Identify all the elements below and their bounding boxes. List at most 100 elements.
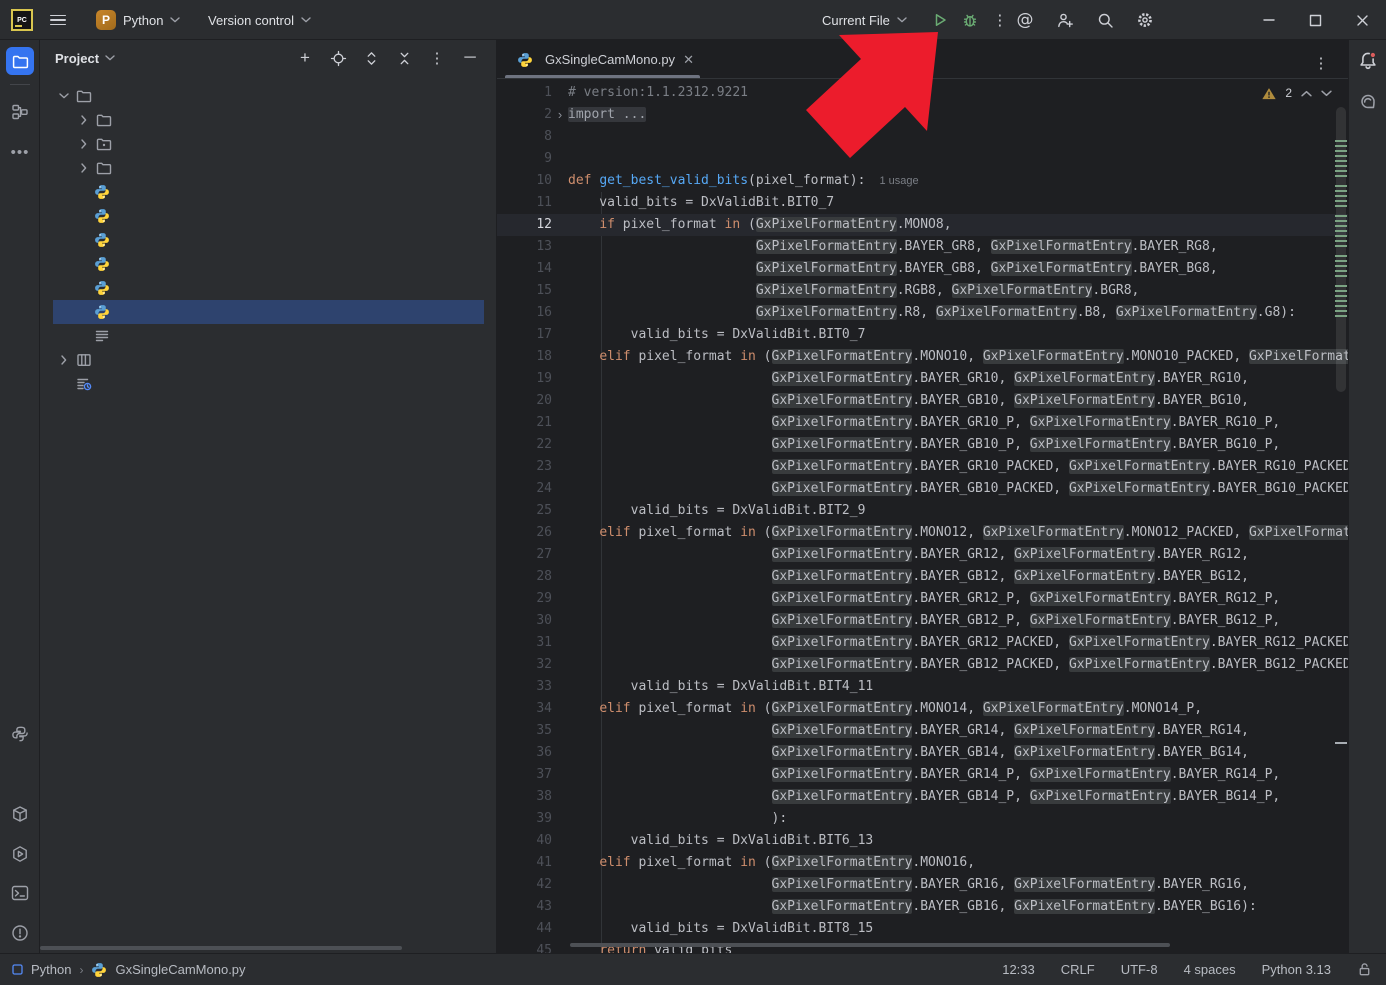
- code-line-31[interactable]: 31 GxPixelFormatEntry.BAYER_GR12_PACKED,…: [497, 632, 1348, 654]
- debug-button[interactable]: [955, 5, 985, 35]
- code-line-28[interactable]: 28 GxPixelFormatEntry.BAYER_GB12, GxPixe…: [497, 566, 1348, 588]
- tree-item-python[interactable]: [40, 84, 496, 108]
- prev-problem-icon[interactable]: [1301, 90, 1312, 97]
- code-line-44[interactable]: 44 valid_bits = DxValidBit.BIT8_15: [497, 918, 1348, 940]
- next-problem-icon[interactable]: [1321, 90, 1332, 97]
- project-panel-title-dropdown[interactable]: Project: [55, 51, 115, 66]
- code-line-17[interactable]: 17 valid_bits = DxValidBit.BIT0_7: [497, 324, 1348, 346]
- code-line-20[interactable]: 20 GxPixelFormatEntry.BAYER_GB10, GxPixe…: [497, 390, 1348, 412]
- close-button[interactable]: [1339, 0, 1386, 40]
- locate-file-button[interactable]: [326, 46, 350, 70]
- code-line-15[interactable]: 15 GxPixelFormatEntry.RGB8, GxPixelForma…: [497, 280, 1348, 302]
- code-line-22[interactable]: 22 GxPixelFormatEntry.BAYER_GB10_P, GxPi…: [497, 434, 1348, 456]
- new-item-button[interactable]: +: [293, 46, 317, 70]
- tree-item-gxmulticam[interactable]: [40, 156, 496, 180]
- code-line-35[interactable]: 35 GxPixelFormatEntry.BAYER_GR14, GxPixe…: [497, 720, 1348, 742]
- code-line-36[interactable]: 36 GxPixelFormatEntry.BAYER_GB14, GxPixe…: [497, 742, 1348, 764]
- code-line-40[interactable]: 40 valid_bits = DxValidBit.BIT6_13: [497, 830, 1348, 852]
- ai-assistant-button[interactable]: [1356, 90, 1380, 114]
- main-menu-button[interactable]: [50, 0, 66, 40]
- chevron-right-icon[interactable]: [54, 355, 74, 365]
- code-area[interactable]: 1# version:1.1.2312.92212›import ...8910…: [497, 79, 1348, 953]
- code-line-39[interactable]: 39 ):: [497, 808, 1348, 830]
- code-line-13[interactable]: 13 GxPixelFormatEntry.BAYER_GR8, GxPixel…: [497, 236, 1348, 258]
- tool-python-console-button[interactable]: [6, 720, 34, 748]
- tree-item-external-libraries[interactable]: [40, 348, 496, 372]
- fold-indicator-icon[interactable]: ›: [552, 104, 568, 126]
- tree-item-gxacquirecallback-py[interactable]: [40, 180, 496, 204]
- notifications-button[interactable]: [1356, 49, 1380, 73]
- caret-position[interactable]: 12:33: [1002, 962, 1035, 977]
- code-line-38[interactable]: 38 GxPixelFormatEntry.BAYER_GB14_P, GxPi…: [497, 786, 1348, 808]
- tool-problems-button[interactable]: [6, 919, 34, 947]
- collapse-all-button[interactable]: [392, 46, 416, 70]
- tool-python-packages-button[interactable]: [6, 800, 34, 828]
- tree-item-gximageprocess[interactable]: [40, 108, 496, 132]
- interpreter[interactable]: Python 3.13: [1262, 962, 1331, 977]
- statusbar-module[interactable]: Python: [31, 962, 71, 977]
- code-line-41[interactable]: 41 elif pixel_format in (GxPixelFormatEn…: [497, 852, 1348, 874]
- code-line-29[interactable]: 29 GxPixelFormatEntry.BAYER_GR12_P, GxPi…: [497, 588, 1348, 610]
- code-line-25[interactable]: 25 valid_bits = DxValidBit.BIT2_9: [497, 500, 1348, 522]
- hide-panel-button[interactable]: ─: [458, 46, 482, 70]
- run-configuration-selector[interactable]: Current File: [822, 13, 907, 28]
- tool-project-button[interactable]: [6, 47, 34, 75]
- tree-horizontal-scrollbar[interactable]: [40, 946, 402, 950]
- code-line-19[interactable]: 19 GxPixelFormatEntry.BAYER_GR10, GxPixe…: [497, 368, 1348, 390]
- code-with-me-button[interactable]: [1050, 5, 1080, 35]
- project-widget[interactable]: P Python: [96, 0, 180, 40]
- chevron-right-icon[interactable]: [74, 115, 94, 125]
- code-with-me-mention-button[interactable]: @: [1010, 5, 1040, 35]
- tree-item-gxacquiresofttrigger-py[interactable]: [40, 204, 496, 228]
- unlock-icon[interactable]: [1357, 962, 1372, 977]
- code-line-23[interactable]: 23 GxPixelFormatEntry.BAYER_GR10_PACKED,…: [497, 456, 1348, 478]
- minimize-button[interactable]: [1245, 0, 1292, 40]
- code-line-42[interactable]: 42 GxPixelFormatEntry.BAYER_GR16, GxPixe…: [497, 874, 1348, 896]
- chevron-down-icon[interactable]: [54, 93, 74, 99]
- more-tool-windows-button[interactable]: •••: [6, 138, 34, 166]
- close-tab-icon[interactable]: ✕: [683, 52, 694, 68]
- tree-item-gxsinglecammono-py[interactable]: [40, 300, 496, 324]
- code-line-11[interactable]: 11 valid_bits = DxValidBit.BIT0_7: [497, 192, 1348, 214]
- tree-item-gxsinglecamcolor-py[interactable]: [40, 276, 496, 300]
- chevron-right-icon[interactable]: [74, 163, 94, 173]
- tree-item-scratches-and-consoles[interactable]: [40, 372, 496, 396]
- indent-setting[interactable]: 4 spaces: [1184, 962, 1236, 977]
- inspections-widget[interactable]: 2: [1262, 86, 1332, 100]
- code-line-27[interactable]: 27 GxPixelFormatEntry.BAYER_GR12, GxPixe…: [497, 544, 1348, 566]
- tool-terminal-button[interactable]: [6, 879, 34, 907]
- panel-options-button[interactable]: ⋮: [425, 46, 449, 70]
- tree-item-gxsimplegrab-py[interactable]: [40, 252, 496, 276]
- editor-tab-options-button[interactable]: ⋮: [1306, 48, 1336, 78]
- code-line-24[interactable]: 24 GxPixelFormatEntry.BAYER_GB10_PACKED,…: [497, 478, 1348, 500]
- tree-item-gxactioncommand-py[interactable]: [40, 228, 496, 252]
- tool-services-button[interactable]: [6, 840, 34, 868]
- tool-structure-button[interactable]: [6, 98, 34, 126]
- code-line-43[interactable]: 43 GxPixelFormatEntry.BAYER_GB16, GxPixe…: [497, 896, 1348, 918]
- code-line-9[interactable]: 9: [497, 148, 1348, 170]
- settings-button[interactable]: [1130, 5, 1160, 35]
- chevron-right-icon[interactable]: [74, 139, 94, 149]
- code-line-32[interactable]: 32 GxPixelFormatEntry.BAYER_GB12_PACKED,…: [497, 654, 1348, 676]
- maximize-button[interactable]: [1292, 0, 1339, 40]
- run-button[interactable]: [925, 5, 955, 35]
- code-line-8[interactable]: 8: [497, 126, 1348, 148]
- code-line-2[interactable]: 2›import ...: [497, 104, 1348, 126]
- breadcrumb-file[interactable]: GxSingleCamMono.py: [115, 962, 245, 977]
- tree-item-gxipy[interactable]: [40, 132, 496, 156]
- search-everywhere-button[interactable]: [1090, 5, 1120, 35]
- file-encoding[interactable]: UTF-8: [1121, 962, 1158, 977]
- code-line-33[interactable]: 33 valid_bits = DxValidBit.BIT4_11: [497, 676, 1348, 698]
- code-line-12[interactable]: 12 if pixel_format in (GxPixelFormatEntr…: [497, 214, 1348, 236]
- code-line-34[interactable]: 34 elif pixel_format in (GxPixelFormatEn…: [497, 698, 1348, 720]
- usage-hint[interactable]: 1 usage: [879, 170, 918, 192]
- code-line-1[interactable]: 1# version:1.1.2312.9221: [497, 82, 1348, 104]
- expand-all-button[interactable]: [359, 46, 383, 70]
- vcs-widget[interactable]: Version control: [208, 0, 311, 40]
- code-line-21[interactable]: 21 GxPixelFormatEntry.BAYER_GR10_P, GxPi…: [497, 412, 1348, 434]
- code-line-14[interactable]: 14 GxPixelFormatEntry.BAYER_GB8, GxPixel…: [497, 258, 1348, 280]
- editor-tab[interactable]: GxSingleCamMono.py ✕: [505, 40, 708, 79]
- line-ending[interactable]: CRLF: [1061, 962, 1095, 977]
- editor-horizontal-scrollbar[interactable]: [570, 943, 1170, 947]
- code-line-37[interactable]: 37 GxPixelFormatEntry.BAYER_GR14_P, GxPi…: [497, 764, 1348, 786]
